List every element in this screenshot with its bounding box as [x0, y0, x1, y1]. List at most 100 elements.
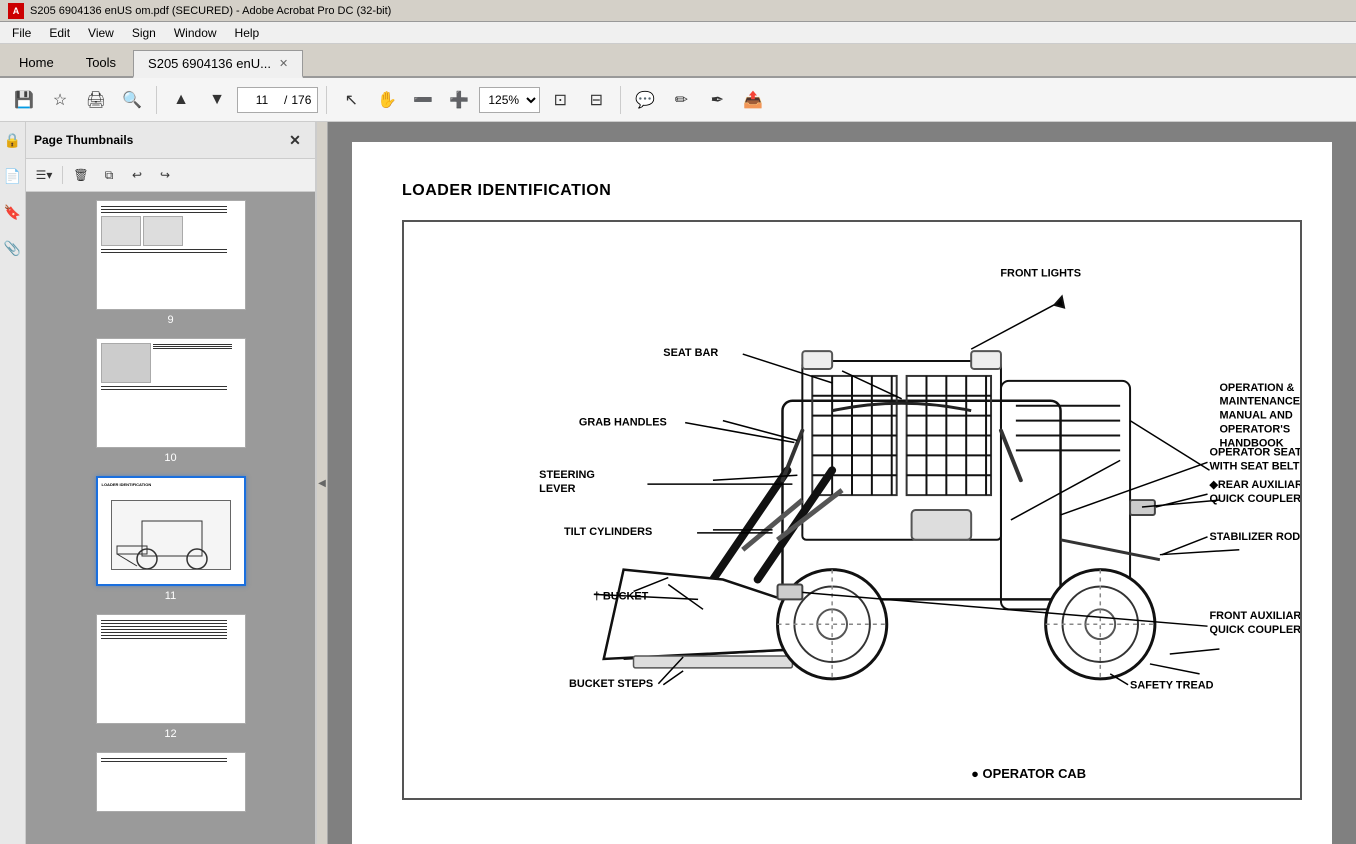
page-separator: /: [284, 93, 287, 107]
svg-text:QUICK COUPLERS: QUICK COUPLERS: [1210, 493, 1300, 505]
tab-document-label: S205 6904136 enU...: [148, 56, 271, 71]
menu-bar: File Edit View Sign Window Help: [0, 22, 1356, 44]
menu-sign[interactable]: Sign: [124, 24, 164, 42]
bookmarks-icon[interactable]: 🔖: [3, 202, 23, 222]
select-tool[interactable]: ↖: [335, 84, 367, 116]
svg-text:SEAT BAR: SEAT BAR: [663, 347, 718, 359]
svg-text:FRONT LIGHTS: FRONT LIGHTS: [1000, 268, 1081, 280]
thumbnail-label-10: 10: [164, 452, 176, 464]
svg-text:MANUAL AND: MANUAL AND: [1219, 410, 1292, 422]
lock-icon[interactable]: 🔒: [3, 130, 23, 150]
tab-home-label: Home: [19, 55, 54, 70]
thumbnail-page-9[interactable]: 9: [26, 200, 315, 326]
svg-text:OPERATOR'S: OPERATOR'S: [1219, 424, 1290, 436]
panel-close-button[interactable]: ✕: [283, 128, 307, 152]
window-title: S205 6904136 enUS om.pdf (SECURED) - Ado…: [30, 5, 391, 17]
thumbnail-img-12: [96, 614, 246, 724]
menu-window[interactable]: Window: [166, 24, 225, 42]
thumbnail-img-10: [96, 338, 246, 448]
svg-text:QUICK COUPLERS: QUICK COUPLERS: [1210, 624, 1300, 636]
thumbnail-img-13: [96, 752, 246, 812]
search-button[interactable]: 🔍: [116, 84, 148, 116]
menu-view[interactable]: View: [80, 24, 122, 42]
separator-2: [326, 86, 327, 114]
thumbnail-label-9: 9: [167, 314, 173, 326]
panel-redo-button[interactable]: ↪: [153, 163, 177, 187]
panel-view-menu-button[interactable]: ☰▾: [32, 163, 56, 187]
highlight-button[interactable]: ✏: [665, 84, 697, 116]
zoom-select[interactable]: 50% 75% 100% 125% 150% 200%: [479, 87, 540, 113]
comment-button[interactable]: 💬: [629, 84, 661, 116]
pdf-page: LOADER IDENTIFICATION: [352, 142, 1332, 844]
pdf-area[interactable]: LOADER IDENTIFICATION: [328, 122, 1356, 844]
panel-toolbar: ☰▾ 🗑 ⧉ ↩ ↪: [26, 159, 315, 192]
thumbnail-label-12: 12: [164, 728, 176, 740]
separator-1: [156, 86, 157, 114]
panel-header: Page Thumbnails ✕: [26, 122, 315, 159]
menu-file[interactable]: File: [4, 24, 39, 42]
panel-collapse-handle[interactable]: ◀: [316, 122, 328, 844]
svg-text:OPERATION &: OPERATION &: [1219, 382, 1294, 394]
page-input[interactable]: [244, 93, 280, 107]
attachments-icon[interactable]: 📎: [3, 238, 23, 258]
prev-page-button[interactable]: ▲: [165, 84, 197, 116]
fit-button[interactable]: ⊡: [544, 84, 576, 116]
menu-help[interactable]: Help: [227, 24, 268, 42]
panel-delete-button[interactable]: 🗑: [69, 163, 93, 187]
tab-bar: Home Tools S205 6904136 enU... ✕: [0, 44, 1356, 78]
thumbnail-img-11: LOADER IDENTIFICATION: [96, 476, 246, 586]
svg-text:MAINTENANCE: MAINTENANCE: [1219, 396, 1300, 408]
title-bar: A S205 6904136 enUS om.pdf (SECURED) - A…: [0, 0, 1356, 22]
thumbnail-img-9: [96, 200, 246, 310]
sidebar-icons: 🔒 📄 🔖 📎: [0, 122, 26, 844]
thumbnail-page-11[interactable]: LOADER IDENTIFICATION: [26, 476, 315, 602]
panel-copy-button[interactable]: ⧉: [97, 163, 121, 187]
thumbnail-page-12[interactable]: 12: [26, 614, 315, 740]
app-icon: A: [8, 3, 24, 19]
zoom-out-button[interactable]: ➖: [407, 84, 439, 116]
thumbnail-page-13-partial[interactable]: [26, 752, 315, 812]
svg-text:WITH SEAT BELT: WITH SEAT BELT: [1210, 460, 1300, 472]
svg-text:FRONT AUXILIARY: FRONT AUXILIARY: [1210, 610, 1300, 622]
tab-close-button[interactable]: ✕: [279, 57, 288, 70]
svg-text:GRAB HANDLES: GRAB HANDLES: [579, 417, 667, 429]
svg-text:SAFETY TREAD: SAFETY TREAD: [1130, 680, 1214, 692]
svg-text:LEVER: LEVER: [539, 483, 575, 495]
loader-diagram: FRONT LIGHTS OPERATION & MAINTENANCE MAN…: [402, 220, 1302, 800]
panel-undo-button[interactable]: ↩: [125, 163, 149, 187]
layers-icon[interactable]: 📄: [3, 166, 23, 186]
next-page-button[interactable]: ▼: [201, 84, 233, 116]
toolbar: 💾 ☆ 🖨 🔍 ▲ ▼ / 176 ↖ ✋ ➖ ➕ 50% 75% 100% 1…: [0, 78, 1356, 122]
svg-text:OPERATOR SEAT: OPERATOR SEAT: [1210, 446, 1300, 458]
main-area: 🔒 📄 🔖 📎 Page Thumbnails ✕ ☰▾ 🗑 ⧉ ↩ ↪: [0, 122, 1356, 844]
markup-button[interactable]: ✒: [701, 84, 733, 116]
fit-width-button[interactable]: ⊟: [580, 84, 612, 116]
panel-title: Page Thumbnails: [34, 133, 133, 147]
page-total: 176: [291, 93, 311, 107]
bookmark-button[interactable]: ☆: [44, 84, 76, 116]
tab-document[interactable]: S205 6904136 enU... ✕: [133, 50, 303, 78]
tab-tools-label: Tools: [86, 55, 116, 70]
zoom-in-button[interactable]: ➕: [443, 84, 475, 116]
panel-sep: [62, 166, 63, 184]
tab-home[interactable]: Home: [4, 48, 69, 76]
svg-text:TILT CYLINDERS: TILT CYLINDERS: [564, 526, 652, 538]
separator-3: [620, 86, 621, 114]
thumbnail-page-10[interactable]: 10: [26, 338, 315, 464]
save-button[interactable]: 💾: [8, 84, 40, 116]
page-nav: / 176: [237, 87, 318, 113]
svg-text:STABILIZER ROD: STABILIZER ROD: [1210, 531, 1300, 543]
svg-text:● OPERATOR CAB: ● OPERATOR CAB: [971, 766, 1086, 781]
thumbnails-area[interactable]: 9 10: [26, 192, 315, 844]
hand-tool[interactable]: ✋: [371, 84, 403, 116]
page-title: LOADER IDENTIFICATION: [402, 182, 1282, 200]
svg-text:STEERING: STEERING: [539, 469, 595, 481]
share-button[interactable]: 📤: [737, 84, 769, 116]
menu-edit[interactable]: Edit: [41, 24, 78, 42]
print-button[interactable]: 🖨: [80, 84, 112, 116]
tab-tools[interactable]: Tools: [71, 48, 131, 76]
svg-text:◆REAR AUXILIARY: ◆REAR AUXILIARY: [1209, 479, 1300, 491]
svg-text:BUCKET STEPS: BUCKET STEPS: [569, 678, 653, 690]
thumbnail-label-11: 11: [165, 590, 176, 602]
thumbnails-panel: Page Thumbnails ✕ ☰▾ 🗑 ⧉ ↩ ↪: [26, 122, 316, 844]
